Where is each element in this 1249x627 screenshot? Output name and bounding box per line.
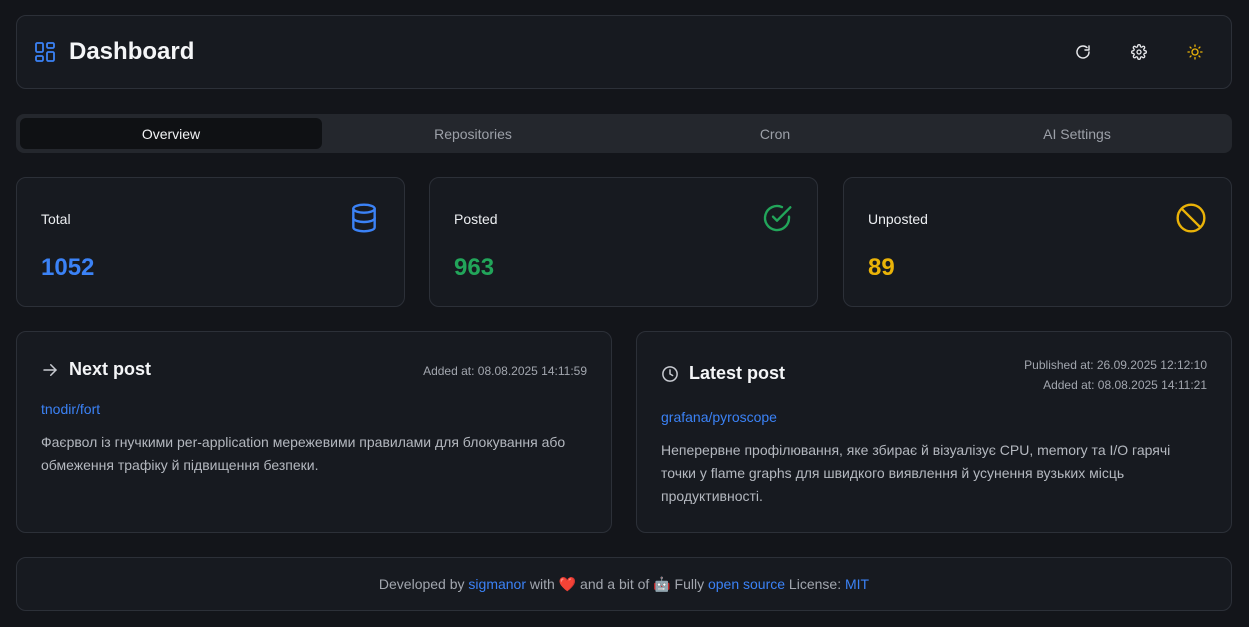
settings-button[interactable] [1125,38,1153,66]
next-post-heading: Next post [41,359,151,380]
check-circle-icon [763,204,792,232]
tab-cron[interactable]: Cron [624,118,926,149]
tab-repositories[interactable]: Repositories [322,118,624,149]
footer-with: with [526,576,559,592]
stat-value: 1052 [41,254,95,281]
latest-post-repo-link[interactable]: grafana/pyroscope [661,409,777,425]
sun-icon [1187,44,1203,60]
footer-developed-by: Developed by [378,576,469,592]
tab-bar: Overview Repositories Cron AI Settings [16,114,1232,153]
latest-post-card: Latest post Published at: 26.09.2025 12:… [636,331,1232,533]
author-link[interactable]: sigmanor [468,576,526,592]
next-post-description: Фаєрвол із гнучкими per-application мере… [41,434,566,473]
open-source-link[interactable]: open source [708,576,785,592]
stat-label: Posted [454,211,498,227]
header: Dashboard [16,15,1232,89]
stat-value: 89 [868,254,895,281]
footer: Developed by sigmanor with ❤️ and a bit … [16,557,1232,611]
stat-card-unposted: Unposted 89 [843,177,1232,307]
stat-label: Total [41,211,71,227]
next-post-title: Next post [69,359,152,379]
database-icon [352,203,376,233]
latest-post-added-at: Added at: 08.08.2025 14:11:21 [1043,378,1207,392]
latest-post-meta: Published at: 26.09.2025 12:12:10 Added … [1024,355,1207,395]
circle-off-icon [1176,203,1206,233]
clock-icon [662,365,678,382]
tab-overview[interactable]: Overview [20,118,322,149]
stat-value: 963 [454,254,495,281]
next-post-card: Next post Added at: 08.08.2025 14:11:59 … [16,331,612,533]
next-post-repo-link[interactable]: tnodir/fort [41,401,100,417]
robot-icon: 🤖 [653,575,671,592]
stat-card-posted: Posted 963 [429,177,818,307]
latest-post-published-at: Published at: 26.09.2025 12:12:10 [1024,358,1207,372]
refresh-icon [1076,45,1090,59]
latest-post-heading: Latest post [661,363,785,384]
latest-post-description: Неперервне профілювання, яке збирає й ві… [661,442,1171,504]
next-post-added-at: Added at: 08.08.2025 14:11:59 [423,364,587,378]
stat-card-total: Total 1052 [16,177,405,307]
page-title: Dashboard [69,38,195,65]
footer-license-label: License: [785,576,845,592]
latest-post-title: Latest post [689,363,786,383]
theme-toggle-button[interactable] [1181,38,1209,66]
heart-icon: ❤️ [558,575,577,592]
tab-ai-settings[interactable]: AI Settings [926,118,1228,149]
settings-icon [1131,44,1147,60]
footer-fully: Fully [670,576,708,592]
footer-and-a-bit-of: and a bit of [576,576,654,592]
arrow-right-icon [43,363,57,376]
license-link[interactable]: MIT [845,576,869,592]
stat-label: Unposted [868,211,928,227]
dashboard-icon [35,42,55,62]
refresh-button[interactable] [1069,38,1097,66]
